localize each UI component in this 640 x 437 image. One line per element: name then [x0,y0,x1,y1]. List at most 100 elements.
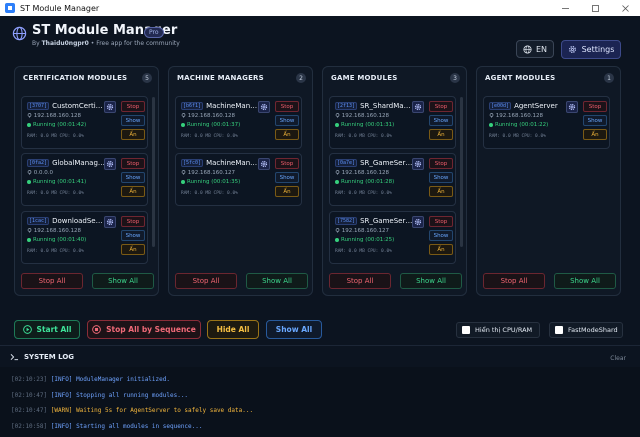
column-stop-all-button[interactable]: Stop All [175,273,237,289]
module-hide-button[interactable]: Ẩn [429,244,453,255]
column-scrollbar[interactable] [460,97,463,247]
gear-icon [414,218,422,226]
module-status-text: Running (00:01:25) [341,237,395,243]
module-hide-button[interactable]: Ẩn [121,129,145,140]
stop-all-by-sequence-button[interactable]: Stop All by Sequence [87,320,201,339]
app-tagline: Free app for the community [96,40,180,47]
module-settings-button[interactable] [104,158,116,170]
module-stop-button[interactable]: Stop [121,101,145,112]
settings-button[interactable]: Settings [561,40,621,59]
show-cpu-ram-toggle[interactable]: Hiển thị CPU/RAM [456,322,540,338]
module-stop-button[interactable]: Stop [429,158,453,169]
module-stop-button[interactable]: Stop [121,158,145,169]
module-stop-button[interactable]: Stop [275,101,299,112]
log-entry: [02:10:47] [WARN] Waiting 5s for AgentSe… [11,407,253,414]
column-scrollbar[interactable] [152,97,155,247]
status-dot [27,123,31,127]
module-pid: [1cac] [27,217,50,225]
module-stop-button[interactable]: Stop [275,158,299,169]
module-ip: 192.168.160.128 [341,170,389,176]
system-log-panel[interactable]: [02:10:23] [INFO] ModuleManager initiali… [0,367,640,437]
module-hide-button[interactable]: Ẩn [275,186,299,197]
module-show-button[interactable]: Show [429,115,453,126]
pin-icon [27,228,32,233]
module-settings-button[interactable] [104,101,116,113]
status-dot [335,180,339,184]
module-card-header: [b6f1]MachineManager [181,102,259,110]
module-show-button[interactable]: Show [275,115,299,126]
log-time: [02:10:47] [11,392,48,399]
module-address: 192.168.160.128 [489,113,543,119]
module-name: SR_ShardMana... [360,102,413,110]
module-status-text: Running (00:01:31) [341,122,395,128]
module-stop-button[interactable]: Stop [121,216,145,227]
module-card-header: [0fa2] GlobalManager [27,159,105,167]
column-show-all-button[interactable]: Show All [246,273,308,289]
module-show-button[interactable]: Show [583,115,607,126]
column-title: CERTIFICATION MODULES [23,74,128,82]
module-hide-button[interactable]: Ẩn [275,129,299,140]
column-show-all-button[interactable]: Show All [400,273,462,289]
module-stop-button[interactable]: Stop [429,216,453,227]
module-address: 0.0.0.0 [27,170,53,176]
module-ip: 192.168.160.128 [341,113,389,119]
pin-icon [27,170,32,175]
pin-icon [335,113,340,118]
gear-icon [414,103,422,111]
module-stop-button[interactable]: Stop [583,101,607,112]
module-settings-button[interactable] [258,101,270,113]
module-status: Running (00:01:37) [181,122,240,128]
module-pid: [e00d] [489,102,512,110]
column-show-all-button[interactable]: Show All [554,273,616,289]
module-card-header: [1cac] DownloadServer [27,217,105,225]
module-ip: 192.168.160.127 [187,170,235,176]
module-pid: [2f13] [335,102,358,110]
module-name: SR_GameServer2 [360,217,413,225]
module-settings-button[interactable] [412,101,424,113]
column-stop-all-button[interactable]: Stop All [483,273,545,289]
module-settings-button[interactable] [258,158,270,170]
module-settings-button[interactable] [566,101,578,113]
log-level: [INFO] [50,423,73,430]
start-all-button[interactable]: Start All [14,320,80,339]
module-settings-button[interactable] [412,158,424,170]
module-status: Running (00:01:22) [489,122,548,128]
language-button[interactable]: EN [516,40,554,58]
show-all-button[interactable]: Show All [266,320,322,339]
module-status: Running (00:01:35) [181,179,240,185]
module-show-button[interactable]: Show [121,172,145,183]
column-show-all-button[interactable]: Show All [92,273,154,289]
module-name: AgentServer [514,102,558,110]
checkbox-icon[interactable] [555,326,563,334]
gear-icon [106,160,114,168]
hide-all-button[interactable]: Hide All [207,320,259,339]
module-show-button[interactable]: Show [121,115,145,126]
column-stop-all-button[interactable]: Stop All [329,273,391,289]
checkbox-icon[interactable] [462,326,470,334]
column-stop-all-button[interactable]: Stop All [21,273,83,289]
clear-log-button[interactable]: Clear [610,355,626,362]
fast-mode-shard-toggle[interactable]: FastModeShard [549,322,623,338]
module-stop-button[interactable]: Stop [429,101,453,112]
close-button[interactable] [610,0,640,16]
module-card: [5fc0]MachineManager2 192.168.160.127 Run… [175,153,302,206]
module-hide-button[interactable]: Ẩn [429,186,453,197]
log-entry: [02:10:23] [INFO] ModuleManager initiali… [11,376,170,383]
log-level: [INFO] [50,392,73,399]
module-show-button[interactable]: Show [429,172,453,183]
module-card-header: [3707] CustomCertific... [27,102,105,110]
maximize-button[interactable] [580,0,610,16]
module-show-button[interactable]: Show [121,230,145,241]
pro-badge: Pro [144,27,164,38]
module-hide-button[interactable]: Ẩn [121,186,145,197]
module-show-button[interactable]: Show [429,230,453,241]
minimize-button[interactable] [550,0,580,16]
module-hide-button[interactable]: Ẩn [583,129,607,140]
module-hide-button[interactable]: Ẩn [429,129,453,140]
module-settings-button[interactable] [412,216,424,228]
module-settings-button[interactable] [104,216,116,228]
module-show-button[interactable]: Show [275,172,299,183]
module-hide-button[interactable]: Ẩn [121,244,145,255]
module-status-text: Running (00:01:22) [495,122,549,128]
gear-icon [260,103,268,111]
